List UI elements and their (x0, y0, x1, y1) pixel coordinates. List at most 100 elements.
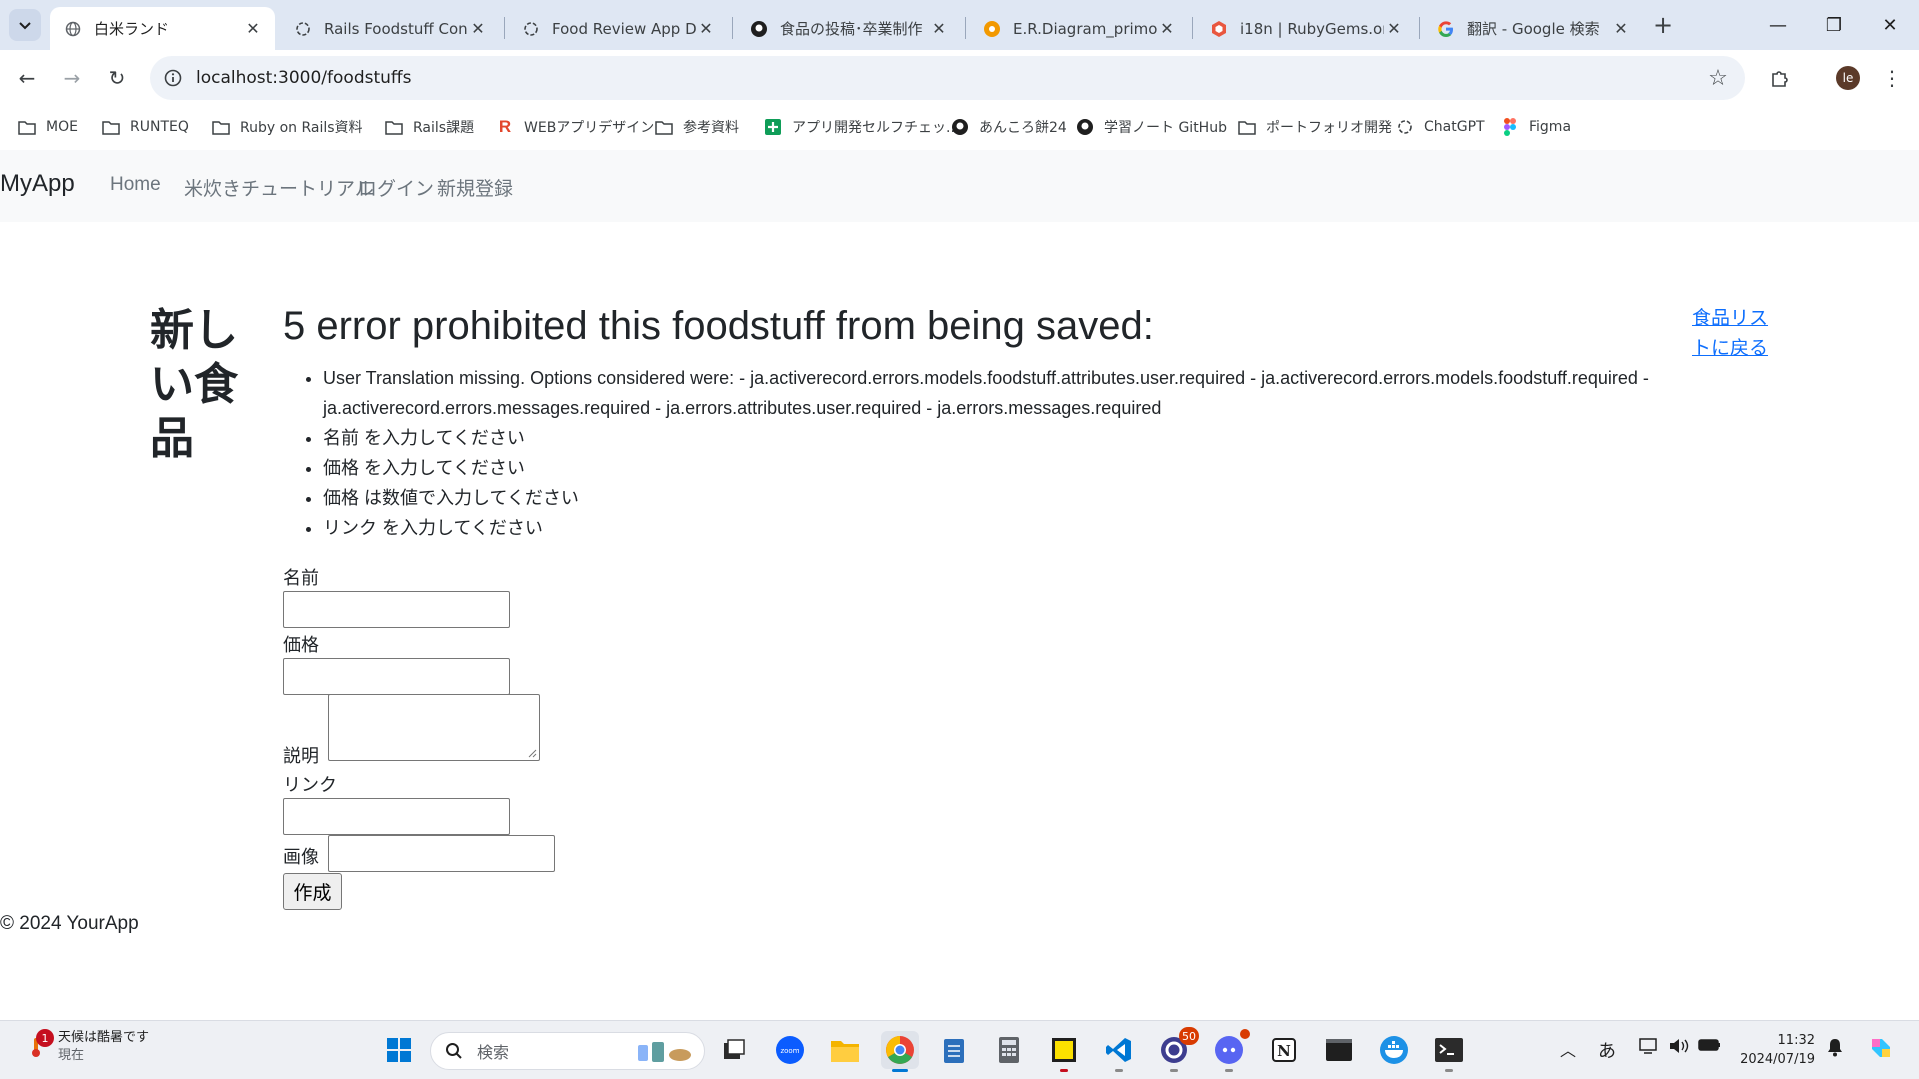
network-icon[interactable] (1638, 1037, 1660, 1059)
minimize-button[interactable]: — (1750, 0, 1806, 50)
create-button[interactable]: 作成 (283, 873, 342, 910)
forward-button[interactable]: → (54, 60, 90, 96)
battery-icon[interactable] (1698, 1037, 1722, 1057)
taskbar-docker[interactable] (1375, 1031, 1413, 1069)
close-icon[interactable]: ✕ (696, 19, 716, 39)
taskbar-notepad[interactable] (935, 1031, 973, 1069)
resize-grip-icon[interactable] (527, 748, 537, 758)
address-bar[interactable]: localhost:3000/foodstuffs ☆ (150, 56, 1745, 100)
link-field[interactable] (283, 798, 510, 835)
task-view-icon (724, 1039, 745, 1059)
bookmark-sanko-shiryo[interactable]: 参考資料 (655, 116, 739, 138)
bookmark-ruby-on-rails[interactable]: Ruby on Rails資料 (212, 116, 363, 138)
star-icon[interactable]: ☆ (1705, 65, 1731, 91)
bookmark-ankoro[interactable]: あんころ餅24 (951, 116, 1067, 138)
system-clock[interactable]: 11:32 2024/07/19 (1735, 1031, 1815, 1069)
rubygems-icon (1210, 20, 1228, 38)
close-icon[interactable]: ✕ (468, 19, 488, 39)
vscode-icon (1106, 1038, 1131, 1062)
restore-button[interactable]: ❐ (1806, 0, 1862, 50)
bookmark-moe[interactable]: MOE (18, 116, 78, 138)
volume-icon[interactable] (1668, 1037, 1690, 1059)
tab-search-button[interactable] (9, 9, 41, 41)
menu-button[interactable]: ⋮ (1874, 60, 1910, 96)
bookmark-figma[interactable]: Figma (1501, 116, 1571, 138)
bookmark-study-notes[interactable]: 学習ノート GitHub (1076, 116, 1227, 138)
new-tab-button[interactable]: + (1648, 10, 1678, 40)
tab-google-translate[interactable]: 翻訳 - Google 検索 ✕ (1423, 7, 1643, 50)
tab-food-review[interactable]: Food Review App De ✕ (508, 7, 728, 50)
bookmark-runteq[interactable]: RUNTEQ (102, 116, 189, 138)
chevron-up-icon[interactable]: ︿ (1560, 1037, 1576, 1061)
weather-widget[interactable]: 1 天候は酷暑です 現在 (24, 1029, 149, 1065)
profile-button[interactable]: le (1830, 60, 1866, 96)
footer-copyright: © 2024 YourApp (0, 913, 139, 934)
nav-link-signup[interactable]: 新規登録 (437, 174, 513, 201)
browser-toolbar: ← → ↻ localhost:3000/foodstuffs ☆ le ⋮ (0, 50, 1919, 106)
svg-text:N: N (1277, 1042, 1291, 1060)
nav-link-rice-tutorial[interactable]: 米炊きチュートリアル (184, 174, 374, 201)
running-indicator (1060, 1069, 1068, 1072)
close-icon[interactable]: ✕ (243, 19, 263, 39)
discord-icon (1215, 1036, 1243, 1064)
bookmark-chatgpt[interactable]: ChatGPT (1396, 116, 1485, 138)
bookmark-web-app-design[interactable]: R WEBアプリデザイン (496, 116, 654, 138)
bookmark-label: Figma (1529, 119, 1572, 135)
nav-link-login[interactable]: ログイン (358, 174, 434, 201)
close-icon[interactable]: ✕ (1384, 19, 1404, 39)
bell-icon[interactable] (1826, 1037, 1844, 1061)
folder-icon (102, 118, 120, 136)
taskbar-zoom[interactable]: zoom (771, 1031, 809, 1069)
taskbar-sticky-notes[interactable] (1045, 1031, 1083, 1072)
taskbar-task-view[interactable] (715, 1031, 753, 1069)
image-field[interactable] (328, 835, 555, 872)
extensions-button[interactable] (1762, 60, 1798, 96)
info-icon[interactable] (162, 67, 184, 89)
taskbar-notion[interactable]: N (1265, 1031, 1303, 1069)
bookmark-portfolio[interactable]: ポートフォリオ開発 (1238, 116, 1392, 138)
taskbar-terminal-2[interactable] (1430, 1031, 1468, 1072)
tab-hakumai-land[interactable]: 白米ランド ✕ (50, 7, 275, 50)
taskbar-search[interactable]: 検索 (430, 1032, 705, 1070)
ime-indicator[interactable]: あ (1598, 1037, 1616, 1063)
taskbar-chrome[interactable] (881, 1031, 919, 1072)
tab-separator (1192, 17, 1193, 39)
taskbar-terminal-1[interactable] (1320, 1031, 1358, 1069)
tab-title: Food Review App De (552, 19, 696, 38)
back-button[interactable]: ← (9, 60, 45, 96)
running-indicator (1170, 1069, 1178, 1072)
bookmark-label: Rails課題 (413, 120, 475, 136)
name-field[interactable] (283, 591, 510, 628)
tab-title: 翻訳 - Google 検索 (1467, 20, 1600, 38)
taskbar-discord[interactable] (1210, 1029, 1250, 1072)
close-window-button[interactable]: ✕ (1862, 0, 1918, 50)
taskbar-vscode[interactable] (1100, 1031, 1138, 1072)
tab-github-food[interactable]: 食品の投稿･卒業制作 ✕ (736, 7, 961, 50)
start-button[interactable] (380, 1031, 418, 1069)
taskbar-app-badge[interactable]: 50 (1155, 1027, 1199, 1072)
tab-rails-foodstuff[interactable]: Rails Foodstuff Contr ✕ (280, 7, 500, 50)
close-icon[interactable]: ✕ (1611, 19, 1631, 39)
bookmark-app-self-check[interactable]: アプリ開発セルフチェッ... (764, 116, 959, 138)
restore-icon: ❐ (1825, 14, 1843, 36)
description-textarea[interactable] (328, 694, 540, 761)
tab-er-diagram[interactable]: E.R.Diagram_primorp ✕ (969, 7, 1189, 50)
reload-button[interactable]: ↻ (99, 60, 135, 96)
nav-link-home[interactable]: Home (110, 174, 161, 196)
figma-icon (1501, 118, 1519, 136)
copilot-icon[interactable] (1866, 1033, 1896, 1067)
close-icon[interactable]: ✕ (1157, 19, 1177, 39)
price-field[interactable] (283, 658, 510, 695)
bookmark-rails-kadai[interactable]: Rails課題 (385, 116, 474, 138)
terminal-icon (1326, 1039, 1352, 1061)
taskbar-calculator[interactable] (990, 1031, 1028, 1069)
chevron-down-icon (19, 22, 31, 30)
close-icon[interactable]: ✕ (929, 19, 949, 39)
tab-rubygems[interactable]: i18n | RubyGems.org ✕ (1196, 7, 1416, 50)
weather-text: 天候は酷暑です (58, 1030, 150, 1045)
taskbar-file-explorer[interactable] (826, 1031, 864, 1069)
bookmark-label: ポートフォリオ開発 (1266, 120, 1392, 136)
brand-link[interactable]: MyApp (0, 170, 75, 198)
folder-icon (831, 1041, 859, 1062)
back-to-list-link[interactable]: 食品リストに戻る (1692, 304, 1772, 364)
